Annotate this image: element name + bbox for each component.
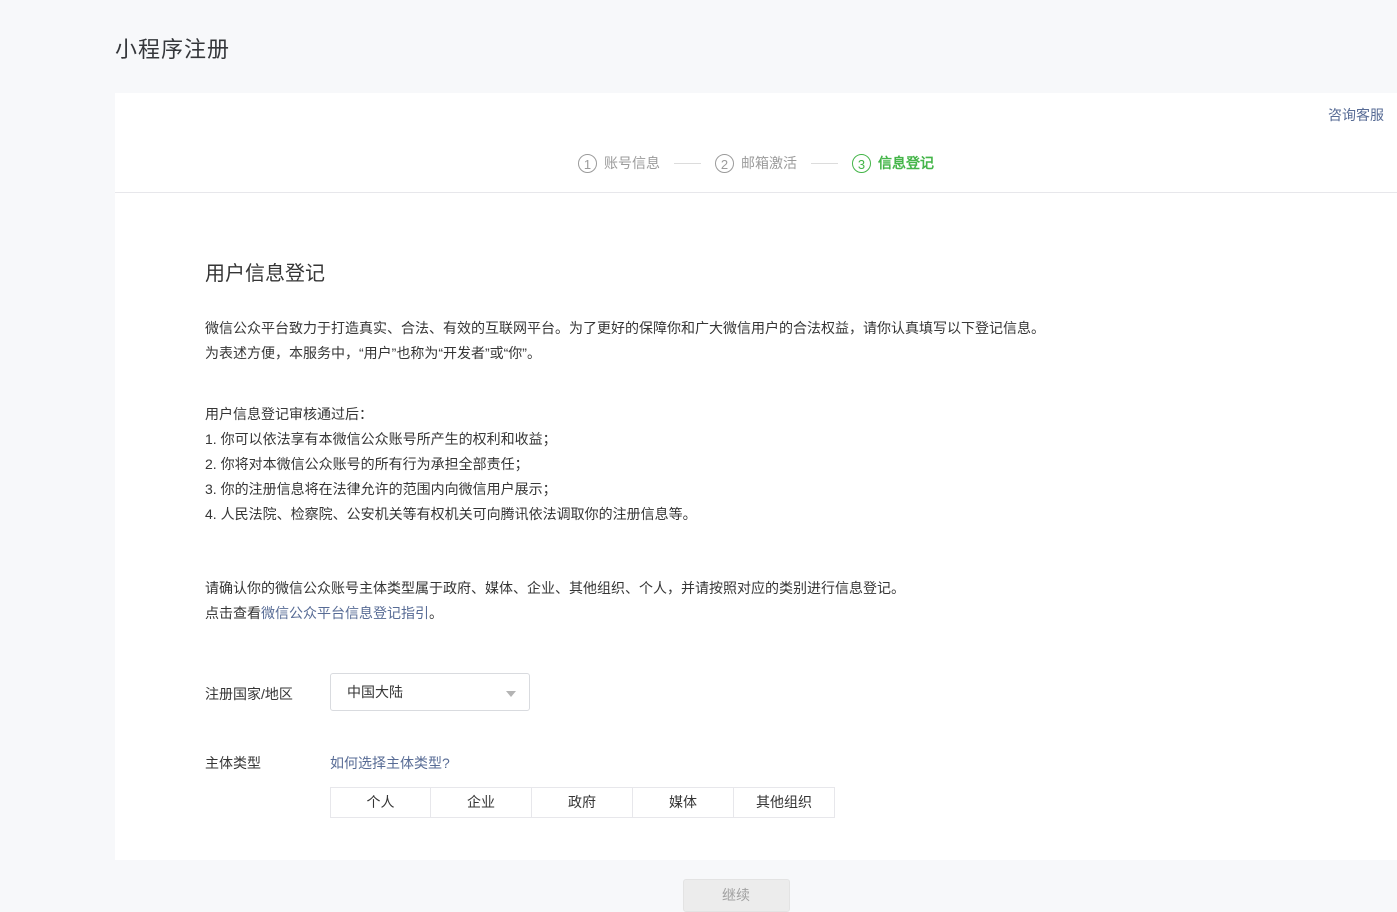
rule-item: 1. 你可以依法享有本微信公众账号所产生的权利和收益；	[205, 427, 1357, 452]
subject-type-field: 如何选择主体类型? 个人 企业 政府 媒体 其他组织	[330, 753, 835, 818]
step-account-info: 1 账号信息	[578, 153, 660, 173]
page-title: 小程序注册	[115, 32, 230, 64]
intro-line-2: 为表述方便，本服务中，“用户”也称为“开发者”或“你”。	[205, 341, 1357, 366]
tab-personal[interactable]: 个人	[330, 787, 431, 818]
country-row: 注册国家/地区 中国大陆	[205, 673, 1357, 711]
step-1-label: 账号信息	[604, 153, 660, 173]
continue-button[interactable]: 继续	[683, 879, 790, 912]
rule-item: 3. 你的注册信息将在法律允许的范围内向微信用户展示；	[205, 477, 1357, 502]
rules-paragraph: 用户信息登记审核通过后： 1. 你可以依法享有本微信公众账号所产生的权利和收益；…	[205, 402, 1357, 527]
confirm-paragraph: 请确认你的微信公众账号主体类型属于政府、媒体、企业、其他组织、个人，并请按照对应…	[205, 576, 1357, 626]
guide-prefix: 点击查看	[205, 605, 261, 621]
support-link[interactable]: 咨询客服	[1328, 105, 1384, 125]
tab-other-organization[interactable]: 其他组织	[734, 787, 835, 818]
subject-type-label: 主体类型	[205, 753, 330, 818]
country-select[interactable]: 中国大陆	[330, 673, 530, 711]
step-2-label: 邮箱激活	[741, 153, 797, 173]
tab-government[interactable]: 政府	[532, 787, 633, 818]
guide-suffix: 。	[429, 605, 443, 621]
rules-title: 用户信息登记审核通过后：	[205, 402, 1357, 427]
step-3-circle-icon: 3	[852, 154, 871, 173]
subject-type-row: 主体类型 如何选择主体类型? 个人 企业 政府 媒体 其他组织	[205, 753, 1357, 818]
tab-enterprise[interactable]: 企业	[431, 787, 532, 818]
step-1-circle-icon: 1	[578, 154, 597, 173]
step-connector	[811, 163, 838, 164]
step-connector	[674, 163, 701, 164]
guide-line: 点击查看微信公众平台信息登记指引。	[205, 601, 1357, 626]
step-indicator: 1 账号信息 2 邮箱激活 3 信息登记	[115, 93, 1397, 173]
registration-guide-link[interactable]: 微信公众平台信息登记指引	[261, 605, 429, 621]
rule-item: 2. 你将对本微信公众账号的所有行为承担全部责任；	[205, 452, 1357, 477]
step-email-activation: 2 邮箱激活	[715, 153, 797, 173]
step-info-registration: 3 信息登记	[852, 153, 934, 173]
registration-card: 咨询客服 1 账号信息 2 邮箱激活 3 信息登记 用户信息登记 微信公众平台致…	[115, 93, 1397, 860]
step-2-circle-icon: 2	[715, 154, 734, 173]
chevron-down-icon	[506, 691, 516, 697]
subject-type-help-link[interactable]: 如何选择主体类型?	[330, 753, 450, 773]
section-heading: 用户信息登记	[205, 257, 1357, 286]
intro-paragraph: 微信公众平台致力于打造真实、合法、有效的互联网平台。为了更好的保障你和广大微信用…	[205, 316, 1357, 366]
rule-item: 4. 人民法院、检察院、公安机关等有权机关可向腾讯依法调取你的注册信息等。	[205, 502, 1357, 527]
confirm-line: 请确认你的微信公众账号主体类型属于政府、媒体、企业、其他组织、个人，并请按照对应…	[205, 576, 1357, 601]
step-3-label: 信息登记	[878, 153, 934, 173]
button-row: 继续	[115, 879, 1357, 912]
subject-type-tabs: 个人 企业 政府 媒体 其他组织	[330, 787, 835, 818]
intro-line-1: 微信公众平台致力于打造真实、合法、有效的互联网平台。为了更好的保障你和广大微信用…	[205, 316, 1357, 341]
tab-media[interactable]: 媒体	[633, 787, 734, 818]
wizard-header: 咨询客服 1 账号信息 2 邮箱激活 3 信息登记	[115, 93, 1397, 193]
country-label: 注册国家/地区	[205, 673, 330, 711]
main-content: 用户信息登记 微信公众平台致力于打造真实、合法、有效的互联网平台。为了更好的保障…	[115, 193, 1397, 912]
country-selected-value: 中国大陆	[347, 682, 403, 702]
